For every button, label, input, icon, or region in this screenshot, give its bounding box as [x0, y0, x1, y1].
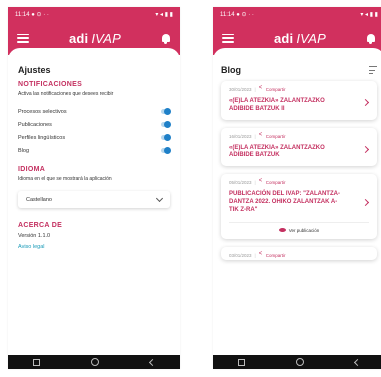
language-selected: Castellano: [26, 196, 52, 203]
card-title: «(E)LA ATEZKIA» ZALANTZAZKO ADIBIDE BATZ…: [229, 144, 325, 159]
logo-brand: IVAP: [296, 30, 327, 46]
blog-header: Blog: [221, 65, 377, 75]
share-icon[interactable]: [259, 251, 264, 258]
system-nav-bar: [8, 355, 180, 369]
card-meta: 03/01/2023 | Compartir: [229, 251, 369, 258]
card-meta: 05/01/2023 | Compartir: [229, 178, 369, 186]
chevron-right-icon[interactable]: [361, 198, 370, 206]
home-icon[interactable]: [295, 358, 304, 366]
chevron-down-icon: [155, 194, 164, 203]
system-nav-bar: [213, 355, 381, 369]
card-date: 30/01/2023: [229, 87, 252, 92]
share-button[interactable]: Compartir: [266, 180, 286, 185]
status-right: ▾ ◂ ▮ ▮: [155, 11, 173, 18]
recent-apps-icon[interactable]: [238, 358, 246, 366]
recent-apps-icon[interactable]: [33, 358, 41, 366]
status-left: 11:14 ● ⊙ · ·: [220, 11, 254, 18]
share-button[interactable]: Compartir: [266, 87, 286, 92]
menu-icon[interactable]: [17, 33, 29, 43]
logo-main: adi: [68, 30, 89, 46]
card-meta: 16/01/2023 | Compartir: [229, 132, 369, 139]
toggle-row-perfiles: Perfiles lingüísticos: [18, 131, 171, 144]
status-bar: 11:14 ● ⊙ · · ▾ ◂ ▮ ▮: [8, 7, 180, 21]
card-date: 16/01/2023: [229, 133, 252, 139]
app-bar: adi IVAP: [8, 21, 180, 62]
app-logo: adi IVAP: [274, 31, 326, 46]
card-date: 05/01/2023: [229, 180, 252, 186]
notifications-description: Activa las notificaciones que desees rec…: [18, 91, 114, 97]
card-title: «(E)LA ATEZKIA» ZALANTZAZKO ADIBIDE BATZ…: [229, 98, 325, 112]
page-title: Blog: [221, 65, 241, 75]
card-date: 03/01/2023: [229, 252, 252, 258]
toggle-switch[interactable]: [161, 108, 171, 115]
toggle-switch[interactable]: [161, 134, 171, 141]
toggle-label: Perfiles lingüísticos: [18, 134, 66, 141]
blog-card[interactable]: 05/01/2023 | Compartir PUBLICACIÓN DEL I…: [221, 174, 377, 239]
language-title: IDIOMA: [18, 166, 46, 173]
share-icon[interactable]: [259, 132, 264, 139]
about-title: ACERCA DE: [18, 222, 63, 229]
logo-main: adi: [273, 30, 294, 46]
app-logo: adi IVAP: [69, 31, 121, 46]
blog-content: Blog 30/01/2023 | Compartir «(E)LA ATEZK…: [213, 55, 381, 355]
card-meta: 30/01/2023 | Compartir: [229, 85, 369, 92]
language-description: Idioma en el que se mostrará la aplicaci…: [18, 176, 112, 182]
toggle-switch[interactable]: [161, 147, 171, 154]
toggle-row-publicaciones: Publicaciones: [18, 118, 171, 131]
page-title: Ajustes: [18, 65, 51, 75]
toggle-row-blog: Blog: [18, 144, 171, 157]
view-publication-button[interactable]: Ver publicación: [229, 228, 369, 233]
status-right: ▾ ◂ ▮ ▮: [360, 11, 378, 18]
notification-toggle-list: Procesos selectivos Publicaciones Perfil…: [18, 105, 171, 157]
blog-screen: 11:14 ● ⊙ · · ▾ ◂ ▮ ▮ adi IVAP Blog 30/01…: [213, 7, 381, 369]
eye-icon: [278, 228, 286, 233]
bell-icon[interactable]: [366, 33, 376, 44]
toggle-label: Procesos selectivos: [18, 108, 67, 115]
settings-screen: 11:14 ● ⊙ · · ▾ ◂ ▮ ▮ adi IVAP Ajustes NO…: [8, 7, 180, 369]
home-icon[interactable]: [90, 358, 99, 366]
notifications-title: NOTIFICACIONES: [18, 81, 83, 88]
version-text: Versión 1.1.0: [18, 233, 51, 239]
status-bar: 11:14 ● ⊙ · · ▾ ◂ ▮ ▮: [213, 7, 381, 21]
blog-card[interactable]: 03/01/2023 | Compartir: [221, 246, 377, 260]
bell-icon[interactable]: [161, 33, 171, 44]
toggle-row-procesos: Procesos selectivos: [18, 105, 171, 118]
share-icon[interactable]: [259, 178, 264, 185]
back-icon[interactable]: [148, 358, 156, 366]
toggle-label: Blog: [18, 147, 30, 154]
card-title: PUBLICACIÓN DEL IVAP: "ZALANTZA-DANTZA 2…: [229, 191, 340, 213]
share-button[interactable]: Compartir: [266, 253, 286, 258]
logo-brand: IVAP: [91, 30, 122, 46]
share-button[interactable]: Compartir: [266, 134, 286, 139]
toggle-label: Publicaciones: [18, 121, 52, 128]
blog-card[interactable]: 16/01/2023 | Compartir «(E)LA ATEZKIA» Z…: [221, 127, 377, 167]
share-icon[interactable]: [259, 85, 264, 92]
menu-icon[interactable]: [222, 33, 234, 43]
view-publication-label: Ver publicación: [288, 227, 320, 233]
settings-content: Ajustes NOTIFICACIONES Activa las notifi…: [8, 55, 180, 355]
language-select[interactable]: Castellano: [18, 191, 170, 208]
toggle-switch[interactable]: [161, 121, 171, 128]
back-icon[interactable]: [353, 358, 361, 366]
blog-card[interactable]: 30/01/2023 | Compartir «(E)LA ATEZKIA» Z…: [221, 81, 377, 120]
app-bar: adi IVAP: [213, 21, 381, 62]
legal-link[interactable]: Aviso legal: [18, 244, 170, 250]
chevron-right-icon[interactable]: [361, 145, 370, 153]
chevron-right-icon[interactable]: [361, 99, 370, 107]
card-divider: [229, 221, 369, 223]
status-left: 11:14 ● ⊙ · ·: [15, 11, 49, 18]
filter-icon[interactable]: [369, 66, 377, 74]
